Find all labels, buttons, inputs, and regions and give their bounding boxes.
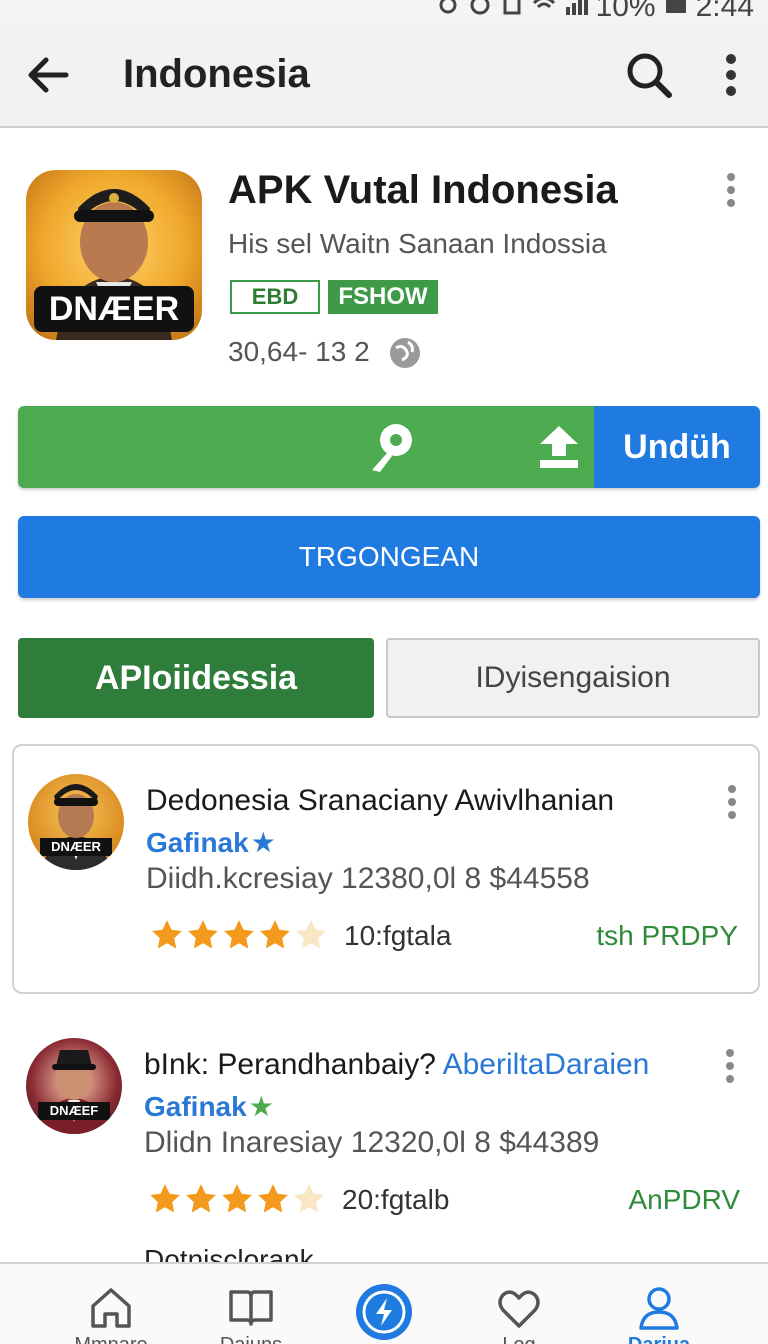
star-icon bbox=[222, 1184, 252, 1213]
avatar: DNÆER bbox=[28, 774, 124, 870]
person-icon bbox=[639, 1287, 679, 1330]
star-icon bbox=[150, 1184, 180, 1213]
page-title: Indonesia bbox=[123, 52, 310, 96]
battery-icon bbox=[665, 0, 686, 13]
item-tag: AnPDRV bbox=[628, 1184, 740, 1215]
app-icon-label: DNÆER bbox=[34, 286, 194, 332]
item-author[interactable]: Gafinak★ bbox=[144, 1090, 274, 1123]
star-icon bbox=[188, 920, 218, 949]
item-title[interactable]: Dedonesia Sranaciany Awivlhanian bbox=[146, 784, 614, 818]
download-button[interactable]: Undüh bbox=[594, 406, 760, 488]
item-author-text: Gafinak bbox=[144, 1091, 247, 1122]
item-author[interactable]: Gafinak★ bbox=[146, 826, 276, 859]
nav-center-button[interactable] bbox=[356, 1284, 412, 1340]
item-title-link[interactable]: AberiltaDaraien bbox=[443, 1048, 650, 1081]
item-description: Diidh.kcresiay 12380,0l 8 $44558 bbox=[146, 862, 590, 895]
primary-action-button[interactable]: TRGONGEAN bbox=[18, 516, 760, 598]
item-description: Dlidn Inaresiay 12320,0l 8 $44389 bbox=[144, 1126, 600, 1159]
item-author-text: Gafinak bbox=[146, 827, 249, 858]
more-vertical-icon[interactable] bbox=[720, 782, 744, 822]
battery-level: 10% bbox=[595, 0, 656, 23]
app-icon: DNÆER bbox=[26, 170, 202, 340]
rating-count: 20:fgtalb bbox=[342, 1184, 450, 1215]
wifi-icon bbox=[532, 0, 555, 9]
star-badge-icon: ★ bbox=[248, 1091, 274, 1122]
star-half-icon bbox=[294, 1184, 324, 1213]
heart-icon bbox=[498, 1290, 540, 1328]
app-bar: Indonesia bbox=[0, 24, 768, 128]
rating-badge: EBD bbox=[230, 280, 320, 314]
signal-icon bbox=[565, 0, 588, 15]
nav-label: Dariua bbox=[604, 1334, 714, 1344]
key-icon bbox=[372, 424, 412, 472]
star-rating bbox=[148, 1182, 326, 1216]
bottom-navigation: Mmnare Daiuns Log Dariua bbox=[0, 1262, 768, 1344]
item-title-text: bInk: Perandhanbaiy? bbox=[144, 1048, 436, 1081]
avatar: DNÆEF bbox=[26, 1038, 122, 1134]
star-half-icon bbox=[296, 920, 326, 949]
nav-label: Log bbox=[464, 1334, 574, 1344]
home-icon bbox=[91, 1288, 131, 1328]
app-subtitle: His sel Waitn Sanaan Indossia bbox=[228, 228, 607, 259]
lightning-icon bbox=[362, 1290, 406, 1334]
download-options-button[interactable] bbox=[18, 406, 594, 488]
avatar-label: DNÆER bbox=[40, 838, 112, 856]
list-item[interactable]: DNÆEF bInk: Perandhanbaiy? AberiltaDarai… bbox=[12, 1010, 760, 1260]
app-name: APK Vutal Indonesia bbox=[228, 168, 618, 212]
list-item[interactable]: DNÆER Dedonesia Sranaciany Awivlhanian G… bbox=[12, 744, 760, 994]
star-icon bbox=[186, 1184, 216, 1213]
nav-label: Daiuns bbox=[196, 1334, 306, 1344]
status-badge: FSHOW bbox=[328, 280, 438, 314]
nav-item-profile[interactable]: Dariua bbox=[604, 1264, 714, 1344]
settings-icon bbox=[470, 0, 490, 15]
nav-label: Mmnare bbox=[56, 1334, 166, 1344]
status-bar: 10% 2:44 bbox=[0, 0, 768, 24]
more-vertical-icon[interactable] bbox=[718, 170, 744, 210]
avatar-label: DNÆEF bbox=[38, 1102, 110, 1120]
rating-count: 10:fgtala bbox=[344, 920, 452, 951]
star-badge-icon: ★ bbox=[250, 827, 276, 858]
item-tag: tsh PRDPY bbox=[596, 920, 738, 951]
nav-item-library[interactable]: Daiuns bbox=[196, 1264, 306, 1344]
star-icon bbox=[152, 920, 182, 949]
star-icon bbox=[260, 920, 290, 949]
nav-item-home[interactable]: Mmnare bbox=[56, 1264, 166, 1344]
upload-icon bbox=[540, 426, 578, 468]
phone-icon bbox=[503, 0, 521, 15]
item-title[interactable]: bInk: Perandhanbaiy? AberiltaDaraien bbox=[144, 1048, 649, 1082]
search-icon[interactable] bbox=[622, 48, 676, 102]
more-vertical-icon[interactable] bbox=[718, 1046, 742, 1086]
nav-item-favorites[interactable]: Log bbox=[464, 1264, 574, 1344]
status-time: 2:44 bbox=[695, 0, 754, 23]
download-bar: Undüh bbox=[18, 406, 760, 488]
globe-icon bbox=[390, 338, 420, 368]
book-icon bbox=[229, 1290, 273, 1326]
notification-icon bbox=[439, 0, 457, 14]
tab-primary[interactable]: APIoiidessia bbox=[18, 638, 374, 718]
back-arrow-icon[interactable] bbox=[22, 50, 72, 100]
star-icon bbox=[258, 1184, 288, 1213]
tab-secondary[interactable]: IDyisengaision bbox=[386, 638, 760, 718]
app-meta: 30,64- 13 2 bbox=[228, 336, 370, 367]
star-rating bbox=[150, 918, 328, 952]
more-vertical-icon[interactable] bbox=[716, 50, 746, 100]
star-icon bbox=[224, 920, 254, 949]
item-title-text: Dedonesia Sranaciany Awivlhanian bbox=[146, 784, 615, 817]
